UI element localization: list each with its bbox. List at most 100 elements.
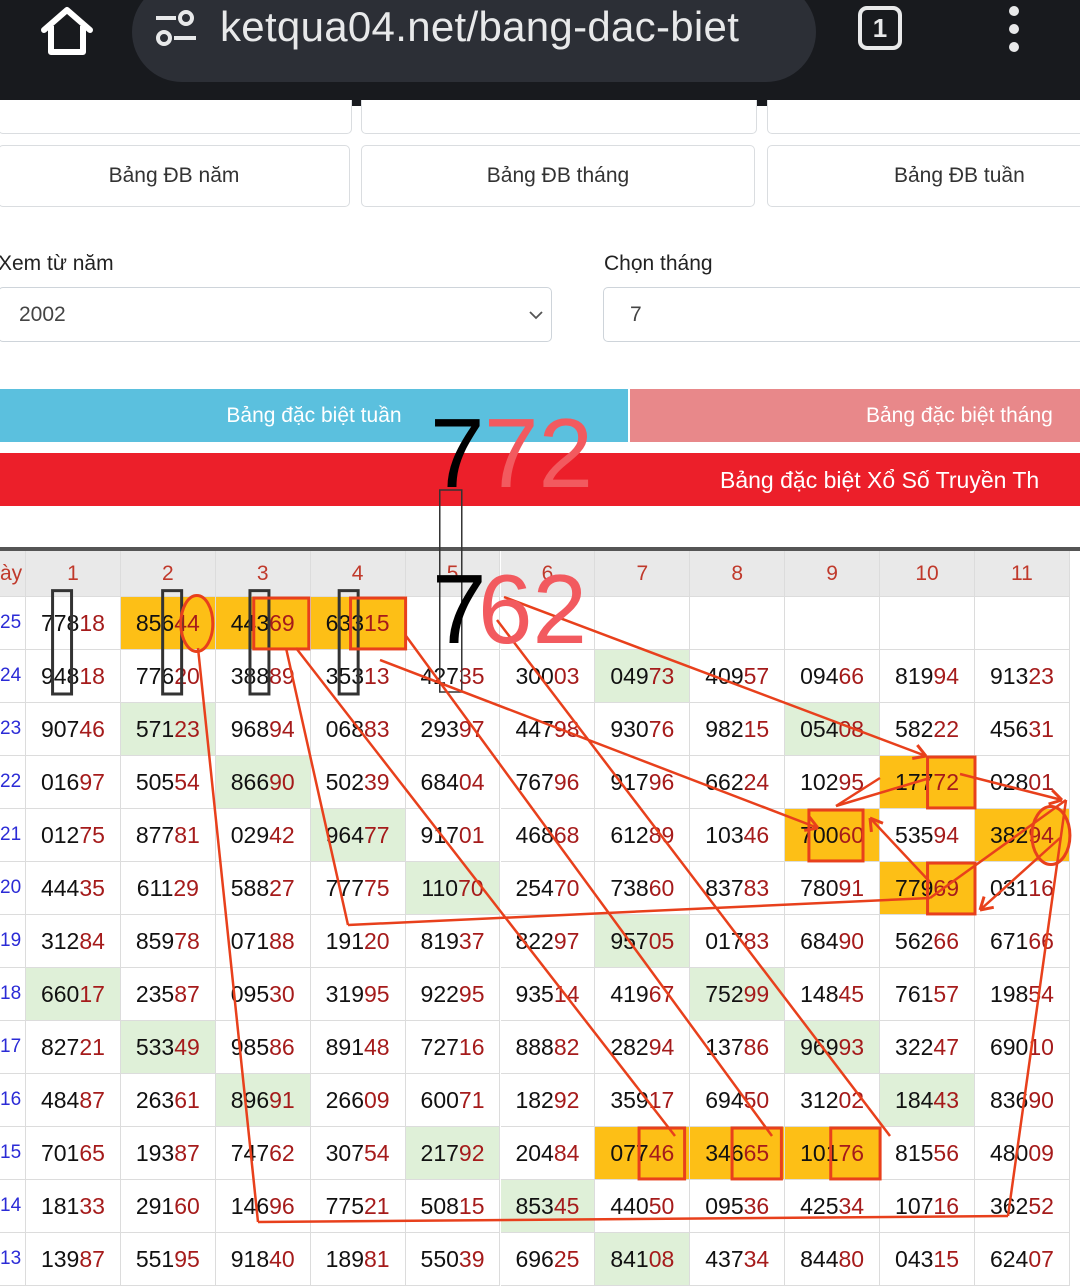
table-cell: 917 96 bbox=[595, 756, 691, 809]
table-cell: 263 61 bbox=[120, 1074, 216, 1127]
table-cell bbox=[785, 597, 881, 650]
row-label: 15 bbox=[0, 1127, 26, 1180]
table-header-cell: 4 bbox=[310, 551, 406, 597]
table-cell: 217 92 bbox=[405, 1127, 501, 1180]
table-cell: 282 94 bbox=[595, 1021, 691, 1074]
table-cell: 102 95 bbox=[785, 756, 881, 809]
table-cell: 480 09 bbox=[975, 1127, 1070, 1180]
table-cell: 484 87 bbox=[26, 1074, 121, 1127]
year-select[interactable]: 2002 bbox=[0, 287, 552, 342]
table-cell: 918 40 bbox=[215, 1233, 311, 1286]
year-value: 2002 bbox=[19, 303, 66, 326]
table-header-cell: 7 bbox=[595, 551, 691, 597]
table-cell bbox=[595, 597, 691, 650]
table-cell: 049 73 bbox=[595, 650, 691, 703]
table-cell: 778 18 bbox=[26, 597, 121, 650]
table-cell: 633 15 bbox=[310, 597, 406, 650]
table-cell: 319 95 bbox=[310, 968, 406, 1021]
bang-db-tuan-button[interactable]: Bảng ĐB tuần bbox=[767, 145, 1080, 207]
table-cell: 776 20 bbox=[120, 650, 216, 703]
table-cell: 856 44 bbox=[120, 597, 216, 650]
table-cell: 701 65 bbox=[26, 1127, 121, 1180]
table-cell: 837 83 bbox=[690, 862, 786, 915]
menu-dots-icon[interactable] bbox=[1004, 4, 1024, 54]
table-cell: 235 87 bbox=[120, 968, 216, 1021]
table-cell: 844 80 bbox=[785, 1233, 881, 1286]
table-cell: 815 56 bbox=[880, 1127, 975, 1180]
row-label: 22 bbox=[0, 756, 26, 809]
home-icon[interactable] bbox=[38, 6, 96, 56]
table-header-cell: 2 bbox=[120, 551, 216, 597]
url-text[interactable]: ketqua04.net/bang-dac-biet bbox=[220, 3, 739, 51]
table-cell: 888 82 bbox=[500, 1021, 596, 1074]
table-cell: 917 01 bbox=[405, 809, 501, 862]
table-cell: 353 13 bbox=[310, 650, 406, 703]
nav-button-200-days[interactable] bbox=[361, 100, 757, 134]
browser-toolbar: ketqua04.net/bang-dac-biet 1 bbox=[0, 0, 1080, 106]
table-cell: 767 96 bbox=[500, 756, 596, 809]
table-cell: 312 02 bbox=[785, 1074, 881, 1127]
row-label: 13 bbox=[0, 1233, 26, 1286]
table-cell: 508 15 bbox=[405, 1180, 501, 1233]
table-cell: 964 77 bbox=[310, 809, 406, 862]
table-cell: 779 69 bbox=[880, 862, 975, 915]
table-cell: 419 67 bbox=[595, 968, 691, 1021]
table-cell: 028 01 bbox=[975, 756, 1070, 809]
table-cell: 191 20 bbox=[310, 915, 406, 968]
table-cell: 777 75 bbox=[310, 862, 406, 915]
table-cell: 662 24 bbox=[690, 756, 786, 809]
table-cell: 700 60 bbox=[785, 809, 881, 862]
table-cell: 101 76 bbox=[785, 1127, 881, 1180]
table-cell: 382 94 bbox=[975, 809, 1070, 862]
bang-db-nam-button[interactable]: Bảng ĐB năm bbox=[0, 145, 350, 207]
chevron-down-icon bbox=[529, 311, 543, 320]
table-cell: 293 97 bbox=[405, 703, 501, 756]
table-cell: 969 93 bbox=[785, 1021, 881, 1074]
table-header-cell: 9 bbox=[785, 551, 881, 597]
table-header-cell: 8 bbox=[690, 551, 786, 597]
table-cell: 930 76 bbox=[595, 703, 691, 756]
table-cell: 193 87 bbox=[120, 1127, 216, 1180]
month-select[interactable]: 7 bbox=[603, 287, 1080, 342]
table-cell: 535 94 bbox=[880, 809, 975, 862]
table-cell: 443 69 bbox=[215, 597, 311, 650]
table-cell: 456 31 bbox=[975, 703, 1070, 756]
annotation-big-number: 62 bbox=[478, 554, 588, 664]
table-cell: 957 05 bbox=[595, 915, 691, 968]
table-cell: 913 23 bbox=[975, 650, 1070, 703]
row-label: 14 bbox=[0, 1180, 26, 1233]
table-cell: 624 07 bbox=[975, 1233, 1070, 1286]
row-label: 25 bbox=[0, 597, 26, 650]
table-cell: 582 22 bbox=[880, 703, 975, 756]
annotation-big-number: 72 bbox=[484, 398, 594, 508]
table-cell: 043 15 bbox=[880, 1233, 975, 1286]
month-value: 7 bbox=[630, 303, 642, 326]
table-cell: 827 21 bbox=[26, 1021, 121, 1074]
table-cell: 738 60 bbox=[595, 862, 691, 915]
nav-button-300-days[interactable] bbox=[767, 100, 1080, 134]
tab-monthly-special[interactable]: Bảng đặc biệt tháng bbox=[630, 389, 1080, 442]
table-cell: 694 50 bbox=[690, 1074, 786, 1127]
table-cell: 836 90 bbox=[975, 1074, 1070, 1127]
table-cell: 968 94 bbox=[215, 703, 311, 756]
table-cell: 690 10 bbox=[975, 1021, 1070, 1074]
annotation-big-digit: 7 bbox=[430, 398, 485, 508]
table-cell: 312 84 bbox=[26, 915, 121, 968]
table-cell: 148 45 bbox=[785, 968, 881, 1021]
table-cell: 362 52 bbox=[975, 1180, 1070, 1233]
table-cell: 948 18 bbox=[26, 650, 121, 703]
table-cell: 322 47 bbox=[880, 1021, 975, 1074]
table-cell: 254 70 bbox=[500, 862, 596, 915]
table-cell: 877 81 bbox=[120, 809, 216, 862]
table-cell: 103 46 bbox=[690, 809, 786, 862]
nav-button-30-days[interactable] bbox=[0, 100, 352, 134]
table-cell: 146 96 bbox=[215, 1180, 311, 1233]
table-cell: 761 57 bbox=[880, 968, 975, 1021]
table-cell: 727 16 bbox=[405, 1021, 501, 1074]
site-settings-icon[interactable] bbox=[154, 8, 198, 48]
table-cell: 752 99 bbox=[690, 968, 786, 1021]
tabs-icon[interactable]: 1 bbox=[858, 6, 902, 50]
table-cell: 859 78 bbox=[120, 915, 216, 968]
table-cell: 819 37 bbox=[405, 915, 501, 968]
bang-db-thang-button[interactable]: Bảng ĐB tháng bbox=[361, 145, 755, 207]
